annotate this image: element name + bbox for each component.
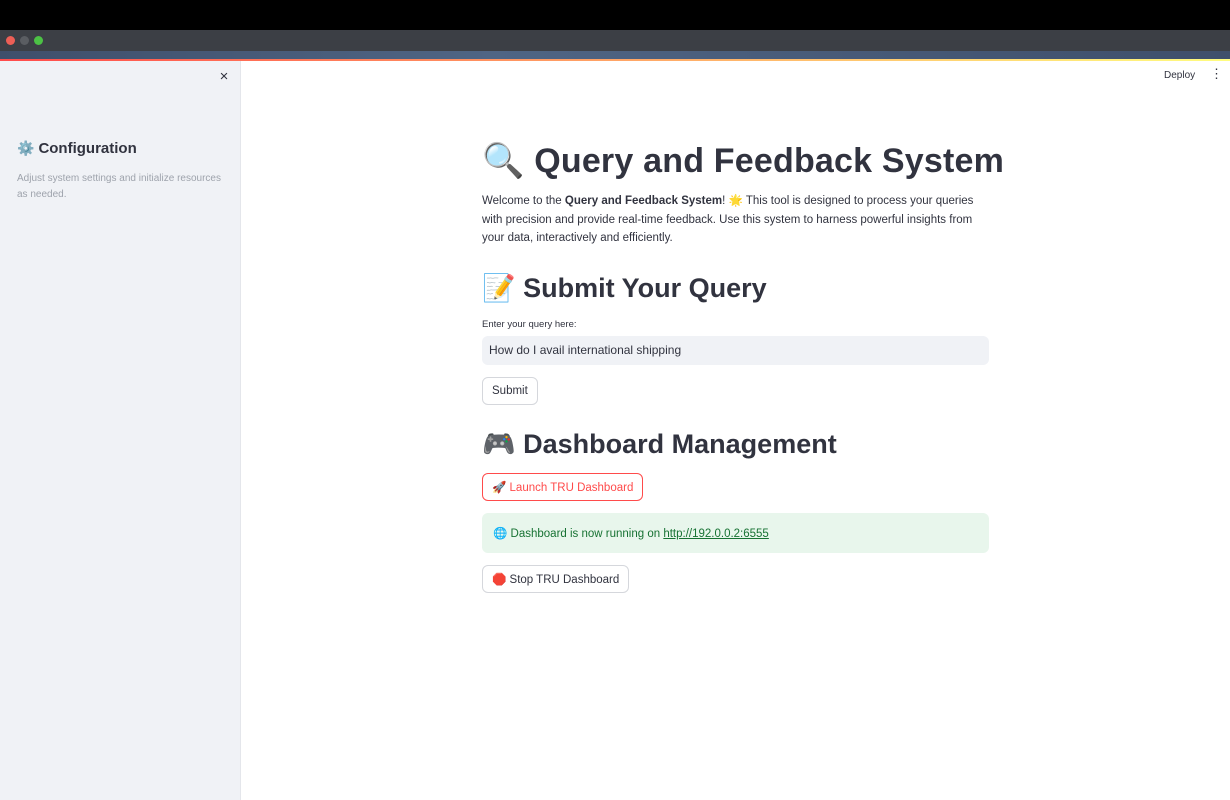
deploy-button[interactable]: Deploy (1160, 68, 1199, 83)
dashboard-status-alert: 🌐 Dashboard is now running on http://192… (482, 512, 989, 553)
main-content: 🔍 Query and Feedback System Welcome to t… (482, 138, 1004, 593)
stop-dashboard-label: Stop TRU Dashboard (509, 573, 620, 586)
intro-prefix: Welcome to the (482, 195, 565, 207)
launch-dashboard-button[interactable]: 🚀 Launch TRU Dashboard (482, 472, 644, 501)
screen-top-bar (0, 0, 1230, 30)
globe-icon: 🌐 (493, 525, 508, 540)
page-title: 🔍 Query and Feedback System (482, 138, 1004, 184)
gear-icon: ⚙️ (17, 140, 35, 157)
gamepad-icon: 🎮 (482, 428, 516, 460)
intro-exclaim: ! (722, 195, 726, 207)
intro-paragraph: Welcome to the Query and Feedback System… (482, 191, 990, 248)
launch-dashboard-label: Launch TRU Dashboard (509, 481, 634, 494)
status-text: Dashboard is now running on (510, 527, 664, 540)
stop-sign-icon: 🛑 (492, 571, 507, 586)
query-heading-text: Submit Your Query (523, 272, 767, 303)
dashboard-heading-text: Dashboard Management (523, 428, 837, 459)
window-minimize-button[interactable] (20, 36, 29, 45)
memo-icon: 📝 (482, 272, 516, 304)
dashboard-url-link[interactable]: http://192.0.0.2:6555 (663, 528, 769, 540)
submit-button[interactable]: Submit (482, 376, 538, 405)
page-title-text: Query and Feedback System (534, 142, 1005, 180)
intro-bold: Query and Feedback System (564, 195, 723, 207)
window-maximize-button[interactable] (34, 36, 43, 45)
magnifier-icon: 🔍 (482, 141, 525, 181)
rocket-icon: 🚀 (492, 479, 507, 494)
window-close-button[interactable] (6, 36, 15, 45)
sidebar-title: ⚙️ Configuration (17, 140, 137, 157)
query-input-label: Enter your query here: (482, 318, 577, 330)
query-section-heading: 📝 Submit Your Query (482, 270, 990, 307)
sidebar-title-text: Configuration (38, 140, 137, 157)
window-titlebar (0, 30, 1230, 51)
star-icon: 🌟 (728, 193, 743, 207)
browser-toolbar (0, 51, 1230, 59)
sidebar-caption: Adjust system settings and initialize re… (17, 173, 221, 200)
dashboard-section-heading: 🎮 Dashboard Management (482, 426, 990, 463)
stop-dashboard-button[interactable]: 🛑 Stop TRU Dashboard (482, 564, 630, 593)
query-input[interactable]: How do I avail international shipping (482, 335, 989, 365)
main-menu-icon[interactable]: ⋮ (1210, 66, 1223, 82)
sidebar-close-icon[interactable]: × (217, 69, 231, 84)
sidebar: × ⚙️ Configuration Adjust system setting… (0, 61, 241, 800)
